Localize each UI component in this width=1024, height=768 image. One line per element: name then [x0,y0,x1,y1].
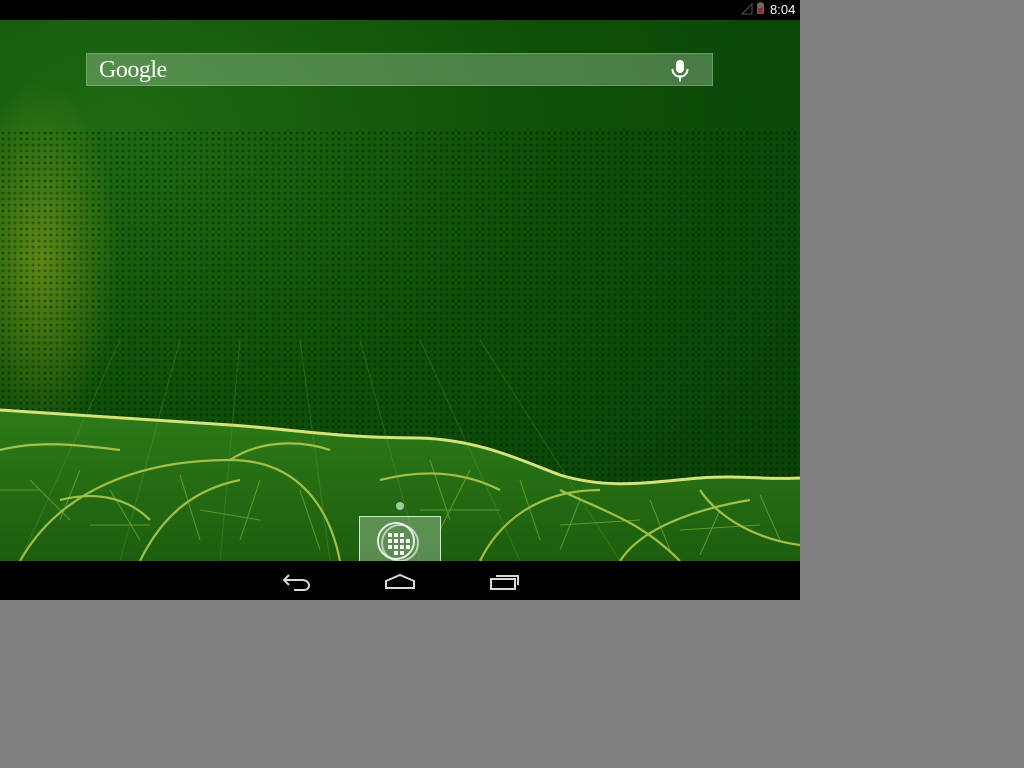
navigation-bar [0,561,800,600]
status-bar: 8:04 [0,0,800,20]
status-clock: 8:04 [770,2,796,17]
home-icon[interactable] [383,570,417,592]
device-screen: 8:04 Google [0,0,800,600]
all-apps-button[interactable] [359,516,441,561]
home-screen-wallpaper[interactable]: Google [0,20,800,561]
wallpaper-leaf-image [0,339,800,561]
page-indicator-dot [396,502,404,510]
google-search-bar[interactable]: Google [86,53,713,86]
google-logo[interactable]: Google [99,55,167,85]
microphone-icon[interactable] [669,59,691,83]
battery-icon [757,2,764,14]
all-apps-grid-icon [377,522,419,561]
recent-apps-icon[interactable] [488,570,522,592]
signal-strength-icon [741,3,753,15]
back-icon[interactable] [280,570,314,592]
